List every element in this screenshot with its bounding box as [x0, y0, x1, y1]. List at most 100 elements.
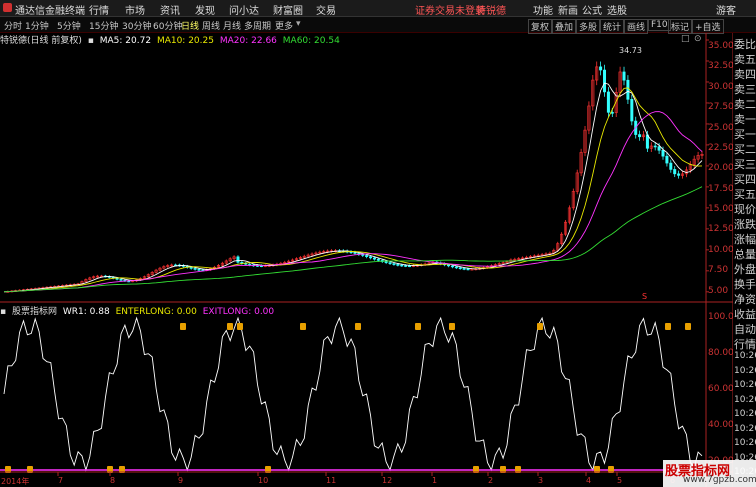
- candle-body: [466, 268, 470, 271]
- quote-panel-label: 自动: [734, 323, 756, 336]
- candle-body: [384, 261, 388, 263]
- y-tick-indicator: 40.00: [708, 420, 734, 430]
- quote-panel-label: 买二: [734, 143, 756, 156]
- y-tick-main: 17.50: [708, 184, 734, 194]
- candle-body: [653, 145, 657, 148]
- y-tick-main: 32.50: [708, 61, 734, 71]
- candle-body: [606, 91, 610, 113]
- x-tick-label: 12: [382, 476, 393, 485]
- signal-marker-icon: [355, 323, 361, 330]
- candle-body: [673, 169, 677, 175]
- x-tick-label: 4: [586, 476, 592, 485]
- candle-body: [661, 149, 665, 157]
- quote-panel-label: 涨跌: [734, 218, 756, 231]
- quote-panel-label: 换手: [734, 278, 756, 291]
- candle-body: [665, 155, 669, 164]
- candle-body: [388, 262, 392, 264]
- candle-body: [610, 112, 614, 114]
- y-tick-main: 25.00: [708, 123, 734, 133]
- candle-body: [458, 267, 462, 270]
- peak-price-label: 34.73: [619, 46, 642, 55]
- quote-panel-label: 10:26: [734, 423, 756, 434]
- x-tick-label: 5: [617, 476, 623, 485]
- quote-panel: 委比 卖五 卖四 卖三 卖二 卖一 买一 买二 买三 买四 买五 现价 涨跌 涨幅 总量 外盘 换手 净资 收益 自动…: [733, 33, 756, 487]
- y-tick-main: 5.00: [708, 286, 729, 296]
- quote-panel-label: 涨幅: [734, 233, 756, 246]
- y-tick-main: 10.00: [708, 245, 734, 255]
- y-tick-main: 20.00: [708, 163, 734, 173]
- candle-body: [396, 264, 400, 266]
- candle-body: [369, 256, 373, 259]
- x-tick-label: 2014年: [1, 477, 30, 486]
- y-tick-main: 12.50: [708, 224, 734, 234]
- x-tick-label: 7: [58, 476, 64, 485]
- quote-panel-label: 买四: [734, 173, 756, 186]
- candle-body: [447, 264, 451, 267]
- quote-panel-label: 买三: [734, 158, 756, 171]
- candle-body: [645, 134, 649, 149]
- candle-body: [462, 268, 466, 270]
- signal-marker-icon: [300, 323, 306, 330]
- ma20-line: [3, 111, 703, 293]
- candle-body: [630, 99, 634, 122]
- x-tick-label: 1: [432, 476, 438, 485]
- candle-body: [669, 162, 673, 170]
- candle-body: [236, 256, 240, 263]
- signal-marker-icon: [537, 323, 543, 330]
- y-tick-indicator: 60.00: [708, 384, 734, 394]
- quote-panel-label: 买五: [734, 188, 756, 201]
- candle-body: [408, 265, 412, 268]
- signal-marker-icon: [415, 323, 421, 330]
- x-tick-label: 10: [258, 476, 269, 485]
- ma10-line: [3, 87, 703, 293]
- quote-panel-label: 卖三: [734, 83, 756, 96]
- candle-body: [376, 258, 380, 261]
- candle-body: [392, 263, 396, 265]
- watermark: 股票指标网 www.7gpzb.com: [663, 460, 756, 487]
- quote-panel-label: 10:26: [734, 380, 756, 390]
- signal-marker-icon: [685, 323, 691, 330]
- y-tick-main: 27.50: [708, 102, 734, 112]
- candle-body: [365, 255, 369, 257]
- candle-body: [404, 265, 408, 267]
- quote-panel-label: 总量: [734, 248, 756, 261]
- x-tick-label: 2: [488, 476, 494, 485]
- quote-panel-label: 买一: [734, 128, 756, 141]
- x-tick-label: 8: [110, 476, 116, 485]
- kline-chart[interactable]: [0, 0, 756, 487]
- watermark-url: www.7gpzb.com: [683, 475, 756, 485]
- low-marker: S: [642, 292, 648, 301]
- wr1-line: [3, 316, 703, 472]
- quote-panel-label: 10:26: [734, 394, 756, 405]
- quote-panel-label: 卖一: [734, 113, 756, 126]
- y-tick-indicator: 80.00: [708, 348, 734, 358]
- quote-panel-label: 10:26: [734, 351, 756, 361]
- candle-body: [400, 264, 404, 267]
- candle-body: [603, 69, 607, 93]
- quote-panel-label: 净资: [734, 293, 756, 306]
- x-tick-label: 9: [178, 476, 184, 485]
- signal-marker-icon: [180, 323, 186, 330]
- candle-body: [677, 173, 681, 176]
- candle-body: [450, 265, 454, 268]
- signal-marker-icon: [237, 323, 243, 330]
- signal-marker-icon: [227, 323, 233, 330]
- signal-marker-icon: [665, 323, 671, 330]
- y-tick-main: 35.00: [708, 41, 734, 51]
- x-tick-label: 11: [326, 476, 337, 485]
- quote-panel-label: 卖五: [734, 53, 756, 66]
- candle-body: [189, 267, 193, 269]
- candle-body: [372, 257, 376, 260]
- candle-body: [599, 66, 603, 71]
- candle-body: [454, 266, 458, 269]
- quote-panel-label: 委比: [734, 38, 756, 51]
- y-tick-main: 30.00: [708, 82, 734, 92]
- quote-panel-label: 10:26: [734, 365, 756, 376]
- quote-panel-label: 收益: [734, 308, 756, 321]
- candle-body: [657, 146, 661, 151]
- ma5-line: [3, 82, 703, 293]
- quote-panel-label: 10:26: [734, 438, 756, 448]
- candle-body: [119, 279, 123, 281]
- y-tick-main: 7.50: [708, 265, 729, 275]
- candle-body: [638, 134, 642, 138]
